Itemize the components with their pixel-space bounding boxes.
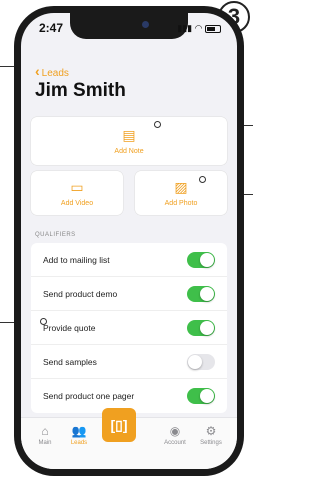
add-video-button[interactable]: ▭ Add Video bbox=[31, 171, 123, 215]
add-photo-label: Add Photo bbox=[164, 200, 198, 207]
page-title: Jim Smith bbox=[35, 80, 126, 101]
note-icon: ▤ bbox=[122, 127, 136, 143]
tab-leads[interactable]: 👥 Leads bbox=[61, 424, 97, 446]
qualifier-row[interactable]: Send samples bbox=[31, 345, 227, 379]
add-note-button[interactable]: ▤ Add Note bbox=[31, 117, 227, 165]
tab-label: Settings bbox=[200, 440, 222, 446]
status-icons: ▮▮▮ ◠ bbox=[177, 23, 221, 34]
qualifier-label: Send product demo bbox=[43, 288, 118, 299]
battery-icon bbox=[205, 24, 221, 33]
callout-dot-add-note bbox=[154, 121, 161, 128]
photo-icon: ▨ bbox=[174, 179, 188, 195]
tab-label: Account bbox=[164, 440, 186, 446]
tab-bar: ⌂ Main 👥 Leads [▯] ◉ Account ⚙ Settings bbox=[21, 408, 237, 469]
back-label: Leads bbox=[41, 68, 69, 79]
callout-dot-provide-quote bbox=[40, 318, 47, 325]
tab-label: Main bbox=[38, 440, 52, 446]
qualifier-row[interactable]: Add to mailing list bbox=[31, 243, 227, 277]
qualifiers-list: Add to mailing list Send product demo Pr… bbox=[31, 243, 227, 413]
chevron-left-icon: ‹ bbox=[35, 63, 40, 79]
section-label-qualifiers: QUALIFIERS bbox=[35, 232, 76, 238]
tab-account[interactable]: ◉ Account bbox=[157, 424, 193, 446]
scan-button[interactable]: [▯] bbox=[102, 408, 136, 442]
qualifier-row[interactable]: Provide quote bbox=[31, 311, 227, 345]
gear-icon: ⚙ bbox=[205, 424, 217, 438]
callout-dot-add-photo bbox=[199, 176, 206, 183]
qualifier-row[interactable]: Send product demo bbox=[31, 277, 227, 311]
add-photo-button[interactable]: ▨ Add Photo bbox=[135, 171, 227, 215]
phone-screen: 2:47 ▮▮▮ ◠ ‹ Leads Jim Smith ▤ Add Note ▭… bbox=[21, 13, 237, 469]
back-button[interactable]: ‹ Leads bbox=[35, 63, 69, 79]
qualifier-label: Send samples bbox=[43, 356, 97, 367]
video-camera-icon: ▭ bbox=[70, 179, 84, 195]
house-icon: ⌂ bbox=[41, 424, 49, 438]
qualifier-toggle[interactable] bbox=[187, 319, 215, 336]
scan-icon: [▯] bbox=[110, 417, 128, 433]
tab-settings[interactable]: ⚙ Settings bbox=[193, 424, 229, 446]
notch bbox=[70, 13, 188, 39]
qualifier-toggle[interactable] bbox=[187, 285, 215, 302]
person-circle-icon: ◉ bbox=[169, 424, 181, 438]
qualifier-toggle[interactable] bbox=[187, 251, 215, 268]
wifi-icon: ◠ bbox=[194, 23, 203, 33]
qualifier-label: Send product one pager bbox=[43, 391, 135, 401]
signal-icon: ▮▮▮ bbox=[177, 23, 193, 33]
qualifier-label: Provide quote bbox=[43, 322, 96, 333]
add-note-label: Add Note bbox=[114, 148, 144, 155]
qualifier-toggle[interactable] bbox=[187, 353, 215, 370]
people-icon: 👥 bbox=[71, 424, 87, 438]
qualifier-toggle[interactable] bbox=[187, 388, 215, 404]
qualifier-label: Add to mailing list bbox=[43, 254, 110, 265]
tab-label: Leads bbox=[70, 440, 88, 446]
camera-icon bbox=[142, 21, 149, 28]
tab-main[interactable]: ⌂ Main bbox=[27, 424, 63, 446]
add-video-label: Add Video bbox=[60, 200, 94, 207]
status-time: 2:47 bbox=[39, 21, 64, 35]
phone-frame: 2:47 ▮▮▮ ◠ ‹ Leads Jim Smith ▤ Add Note ▭… bbox=[14, 6, 244, 476]
